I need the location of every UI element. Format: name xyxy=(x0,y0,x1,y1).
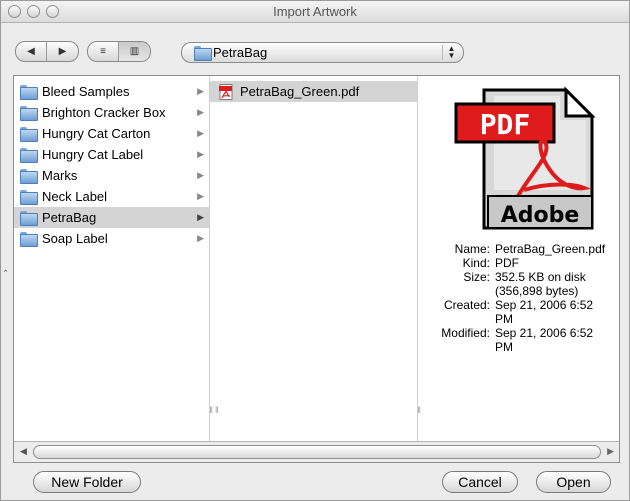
file-name: PetraBag_Green.pdf xyxy=(240,84,360,99)
folder-icon xyxy=(20,127,38,142)
disclosure-arrow-icon: ▶ xyxy=(197,170,204,180)
info-key xyxy=(426,340,495,354)
disclosure-arrow-icon: ▶ xyxy=(197,191,204,201)
browser-column-1: Bleed Samples ▶ Brighton Cracker Box ▶ H… xyxy=(14,76,213,441)
info-key: Modified: xyxy=(441,326,490,340)
folder-row[interactable]: Bleed Samples ▶ xyxy=(14,81,209,102)
disclosure-arrow-icon: ▶ xyxy=(197,212,204,222)
info-value: 352.5 KB on disk xyxy=(495,270,586,284)
info-key xyxy=(426,312,495,326)
disclosure-arrow-icon: ▶ xyxy=(197,149,204,159)
info-key: Kind: xyxy=(462,256,490,270)
disclosure-arrow-icon: ▶ xyxy=(197,86,204,96)
folder-icon xyxy=(20,148,38,163)
folder-name: Soap Label xyxy=(42,231,108,246)
folder-row[interactable]: Soap Label ▶ xyxy=(14,228,209,249)
folder-row[interactable]: Marks ▶ xyxy=(14,165,209,186)
disclosure-arrow-icon: ▶ xyxy=(197,233,204,243)
folder-name: Hungry Cat Carton xyxy=(42,126,151,141)
view-mode-control: ≡ ▥ xyxy=(87,41,151,62)
folder-row-selected[interactable]: PetraBag ▶ xyxy=(14,207,209,228)
info-value: PM xyxy=(495,312,513,326)
info-key: Created: xyxy=(443,298,490,312)
info-row: Size: 352.5 KB on disk xyxy=(426,270,615,284)
column-resize-handle[interactable]: ‖ xyxy=(215,405,219,415)
folder-name: PetraBag xyxy=(42,210,97,225)
back-forward-control: ◀ ▶ xyxy=(15,41,79,62)
horizontal-scrollbar[interactable]: ◀ ▶ xyxy=(14,441,619,462)
info-key: Size: xyxy=(463,270,490,284)
sidebar-collapse-icon[interactable]: ‸ xyxy=(4,261,7,272)
folder-row[interactable]: Brighton Cracker Box ▶ xyxy=(14,102,209,123)
info-row: Name: PetraBag_Green.pdf xyxy=(426,242,615,256)
file-row-selected[interactable]: PetraBag_Green.pdf xyxy=(210,81,417,102)
preview-column: PDF Adobe Name: PetraBag_Green.pdf Kind:… xyxy=(418,76,619,441)
info-value: PetraBag_Green.pdf xyxy=(495,242,606,256)
folder-row[interactable]: Hungry Cat Label ▶ xyxy=(14,144,209,165)
disclosure-arrow-icon: ▶ xyxy=(197,107,204,117)
cancel-button[interactable]: Cancel xyxy=(442,471,518,493)
info-row: PM xyxy=(426,340,615,354)
scroll-left-icon[interactable]: ◀ xyxy=(20,446,27,457)
location-popup[interactable]: PetraBag ▲ ▼ xyxy=(181,42,464,63)
info-row: PM xyxy=(426,312,615,326)
column-browser: Bleed Samples ▶ Brighton Cracker Box ▶ H… xyxy=(13,75,620,463)
info-value: (356,898 bytes) xyxy=(495,284,579,298)
import-artwork-window: Import Artwork ◀ ▶ ≡ ▥ PetraBag ▲ ▼ ‸ Ble… xyxy=(0,0,630,501)
svg-text:PDF: PDF xyxy=(480,108,531,141)
folder-icon xyxy=(20,85,38,100)
column-view-button[interactable]: ▥ xyxy=(119,42,150,61)
open-button[interactable]: Open xyxy=(536,471,611,493)
folder-row[interactable]: Neck Label ▶ xyxy=(14,186,209,207)
forward-button[interactable]: ▶ xyxy=(47,42,78,61)
pdf-preview-icon: PDF Adobe xyxy=(454,86,599,237)
folder-name: Brighton Cracker Box xyxy=(42,105,166,120)
folder-icon xyxy=(20,211,38,226)
scrollbar-thumb[interactable] xyxy=(33,445,601,459)
back-button[interactable]: ◀ xyxy=(16,42,47,61)
folder-name: Hungry Cat Label xyxy=(42,147,144,162)
info-key: Name: xyxy=(454,242,490,256)
info-row: (356,898 bytes) xyxy=(426,284,615,298)
folder-icon xyxy=(20,169,38,184)
pdf-file-icon xyxy=(219,83,234,100)
title-bar: Import Artwork xyxy=(1,1,629,23)
info-key xyxy=(426,284,495,298)
info-row: Modified: Sep 21, 2006 6:52 xyxy=(426,326,615,340)
folder-icon xyxy=(20,190,38,205)
updown-arrows-icon: ▲ ▼ xyxy=(442,45,460,60)
window-title: Import Artwork xyxy=(273,4,357,19)
info-value: Sep 21, 2006 6:52 xyxy=(495,298,594,312)
svg-text:Adobe: Adobe xyxy=(501,203,580,228)
folder-row[interactable]: Hungry Cat Carton ▶ xyxy=(14,123,209,144)
info-row: Kind: PDF xyxy=(426,256,615,270)
info-row: Created: Sep 21, 2006 6:52 xyxy=(426,298,615,312)
folder-icon xyxy=(20,106,38,121)
info-value: PDF xyxy=(495,256,519,270)
disclosure-arrow-icon: ▶ xyxy=(197,128,204,138)
info-value: Sep 21, 2006 6:52 xyxy=(495,326,594,340)
info-value: PM xyxy=(495,340,513,354)
folder-icon xyxy=(20,232,38,247)
list-view-button[interactable]: ≡ xyxy=(88,42,119,61)
folder-icon xyxy=(194,46,212,62)
folder-name: Neck Label xyxy=(42,189,108,204)
folder-name: Marks xyxy=(42,168,78,183)
new-folder-button[interactable]: New Folder xyxy=(33,471,141,493)
location-label: PetraBag xyxy=(213,45,268,60)
scroll-right-icon[interactable]: ▶ xyxy=(607,446,614,457)
browser-column-2: PetraBag_Green.pdf ‖ ‖ xyxy=(210,76,421,441)
folder-name: Bleed Samples xyxy=(42,84,130,99)
file-info: Name: PetraBag_Green.pdf Kind: PDF Size:… xyxy=(426,242,615,354)
